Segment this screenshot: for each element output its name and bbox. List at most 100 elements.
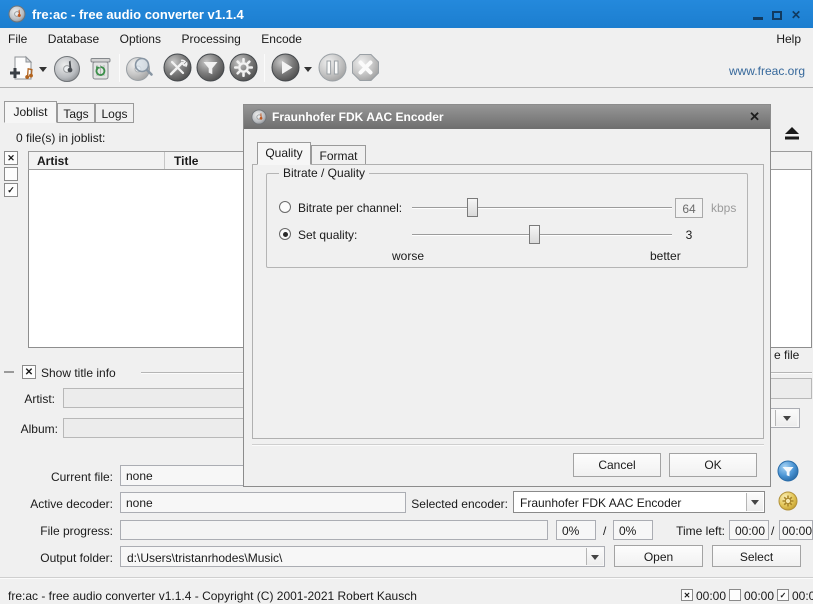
configure-settings-button[interactable] (229, 53, 260, 84)
remove-all-button[interactable] (86, 53, 117, 84)
show-title-info-checkbox[interactable]: ✕ (22, 365, 36, 379)
menu-item-options[interactable]: Options (112, 28, 169, 46)
current-file-label: Current file: (0, 470, 113, 484)
cddb-query-button[interactable] (124, 53, 155, 84)
dialog-title: Fraunhofer FDK AAC Encoder (272, 110, 444, 124)
toggle-selection-button[interactable]: ✓ (4, 183, 18, 197)
quality-value-label: 3 (675, 228, 703, 242)
wrench-icon (163, 53, 192, 82)
processing-settings-button[interactable] (196, 53, 227, 84)
window-border (0, 604, 818, 609)
active-decoder-value: none (120, 492, 406, 513)
bitrate-slider-thumb[interactable] (467, 198, 478, 217)
artist-field-label: Artist: (0, 392, 55, 406)
website-link[interactable]: www.freac.org (729, 64, 805, 78)
close-icon[interactable]: ✕ (791, 9, 801, 21)
quality-slider[interactable] (412, 234, 672, 236)
album-field-label: Album: (0, 422, 58, 436)
dialog-title-bar[interactable]: Fraunhofer FDK AAC Encoder ✕ (244, 105, 770, 129)
menu-item-encode[interactable]: Encode (253, 28, 310, 46)
gear-icon (229, 53, 258, 82)
collapse-handle[interactable] (4, 371, 14, 373)
title-bar: fre:ac - free audio converter v1.1.4 ✕ (0, 0, 813, 28)
cddb-search-icon (124, 53, 156, 84)
dialog-button-divider (252, 444, 764, 446)
dropdown-arrow-icon[interactable] (586, 548, 603, 565)
progress-slash: / (603, 524, 606, 538)
output-folder-combo[interactable]: d:\Users\tristanrhodes\Music\ (120, 546, 605, 567)
maximize-icon[interactable] (772, 11, 782, 20)
menu-item-file[interactable]: File (0, 28, 35, 46)
timer-all-value: 00:00 (696, 589, 726, 603)
toolbar-separator (119, 54, 120, 82)
encoder-dialog: Fraunhofer FDK AAC Encoder ✕ Quality For… (243, 104, 771, 487)
time-slash: / (771, 524, 774, 538)
bitrate-unit-label: kbps (711, 201, 736, 215)
selected-encoder-combo[interactable]: Fraunhofer FDK AAC Encoder (513, 491, 765, 513)
menu-item-help[interactable]: Help (772, 32, 805, 46)
pause-icon (318, 53, 347, 82)
quality-slider-thumb[interactable] (529, 225, 540, 244)
play-icon (271, 53, 300, 82)
time-left-a: 00:00 (729, 520, 769, 540)
set-quality-label: Set quality: (298, 228, 357, 242)
cd-note-icon (52, 53, 83, 84)
bitrate-quality-group: Bitrate / Quality Bitrate per channel: 6… (266, 173, 748, 268)
eject-button[interactable] (779, 123, 805, 145)
add-files-button[interactable] (6, 53, 37, 84)
blue-funnel-icon (777, 460, 799, 482)
add-files-dropdown-icon[interactable] (39, 67, 47, 72)
scale-worse-label: worse (392, 249, 424, 263)
add-cd-button[interactable] (52, 53, 83, 84)
output-folder-label: Output folder: (0, 551, 113, 565)
tab-joblist[interactable]: Joblist (4, 101, 57, 123)
bitrate-slider[interactable] (412, 207, 672, 209)
statusbar-divider (0, 577, 813, 579)
progress-percent-b: 0% (613, 520, 653, 540)
timer-all-icon: ✕ (681, 589, 693, 601)
minimize-icon[interactable] (753, 17, 763, 20)
select-folder-button[interactable]: Select (712, 545, 801, 567)
show-title-info-label: Show title info (41, 366, 116, 380)
toolbar: www.freac.org (0, 50, 813, 88)
dropdown-arrow-icon[interactable] (775, 410, 797, 426)
bitrate-value-field[interactable]: 64 (675, 198, 703, 218)
gold-gear-icon (778, 491, 798, 511)
menu-item-database[interactable]: Database (40, 28, 107, 46)
set-quality-radio[interactable] (279, 228, 291, 240)
general-settings-button[interactable] (163, 53, 194, 84)
dropdown-arrow-icon[interactable] (746, 493, 763, 511)
menu-bar: File Database Options Processing Encode … (0, 28, 813, 50)
start-encoding-dropdown-icon[interactable] (304, 67, 312, 72)
open-folder-button[interactable]: Open (614, 545, 703, 567)
partial-label-file: e file (774, 348, 799, 362)
column-header-artist[interactable]: Artist (29, 152, 165, 169)
cancel-button[interactable]: Cancel (573, 453, 661, 477)
ok-button[interactable]: OK (669, 453, 757, 477)
tab-logs[interactable]: Logs (95, 103, 134, 123)
start-encoding-button[interactable] (271, 53, 302, 84)
group-label: Bitrate / Quality (279, 166, 369, 180)
app-icon (8, 5, 26, 23)
dialog-tab-format[interactable]: Format (311, 145, 366, 165)
dialog-tab-quality[interactable]: Quality (257, 142, 311, 165)
time-left-label: Time left: (655, 524, 725, 538)
select-none-button[interactable] (4, 167, 18, 181)
file-progress-label: File progress: (0, 524, 113, 538)
menu-item-processing[interactable]: Processing (173, 28, 248, 46)
pause-encoding-button[interactable] (318, 53, 349, 84)
statusbar-text: fre:ac - free audio converter v1.1.4 - C… (8, 589, 417, 603)
select-all-button[interactable]: ✕ (4, 151, 18, 165)
dialog-close-icon[interactable]: ✕ (749, 109, 760, 125)
encoder-config-button[interactable] (778, 491, 798, 516)
timer-selected-icon: ✓ (777, 589, 789, 601)
selected-encoder-value: Fraunhofer FDK AAC Encoder (520, 496, 681, 510)
window-controls: ✕ (753, 9, 801, 21)
time-left-b: 00:00 (779, 520, 813, 540)
processing-config-button[interactable] (777, 460, 799, 487)
tab-tags[interactable]: Tags (57, 103, 95, 123)
stop-encoding-button[interactable] (351, 53, 382, 84)
app-window: fre:ac - free audio converter v1.1.4 ✕ F… (0, 0, 818, 609)
progress-percent-a: 0% (556, 520, 596, 540)
bitrate-radio[interactable] (279, 201, 291, 213)
